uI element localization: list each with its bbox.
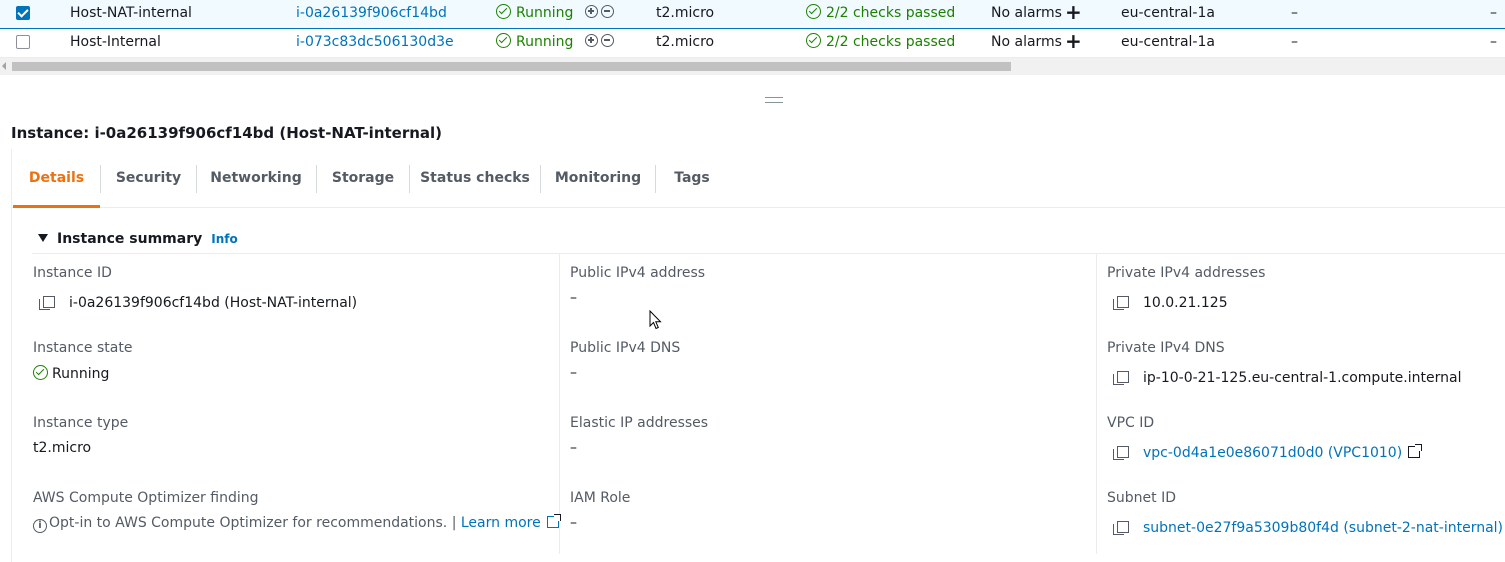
row-checkbox[interactable] [16,6,30,20]
check-circle-icon [33,365,48,380]
check-circle-icon [496,33,511,48]
row-zoom-icons[interactable] [585,29,617,58]
instance-type-value: t2.micro [33,440,92,456]
row-col10: – [1490,34,1497,50]
private-ipv4-label: Private IPv4 addresses [1107,265,1266,281]
external-link-icon[interactable] [1408,444,1423,458]
row-checkbox[interactable] [16,35,30,49]
tab-security[interactable]: Security [101,149,196,208]
row-type: t2.micro [656,5,715,21]
row-zoom-icons[interactable] [585,0,617,29]
caret-down-icon[interactable] [38,234,48,242]
instance-id-label: Instance ID [33,265,112,281]
zoom-in-icon[interactable] [585,5,598,18]
instance-state-label: Instance state [33,340,133,356]
copy-icon[interactable] [1113,296,1129,310]
row-type: t2.micro [656,34,715,50]
panel-resize-handle[interactable] [765,97,783,103]
subnet-id-link[interactable]: subnet-0e27f9a5309b80f4d (subnet-2-nat-i… [1143,520,1503,536]
copy-icon[interactable] [1113,446,1129,460]
elastic-ip-value: – [570,440,577,456]
row-status-checks: 2/2 checks passed [806,0,955,29]
tab-storage[interactable]: Storage [317,149,409,208]
subnet-id-label: Subnet ID [1107,490,1176,506]
copy-icon[interactable] [1113,371,1129,385]
instance-summary-toggle[interactable]: Instance summary Info [38,231,238,247]
row-alarms: No alarms [991,5,1062,21]
row-az: eu-central-1a [1121,5,1215,21]
check-circle-icon [806,4,821,19]
public-ipv4-label: Public IPv4 address [570,265,706,281]
iam-role-value: – [570,515,577,531]
public-dns-value: – [570,365,577,381]
elastic-ip-label: Elastic IP addresses [570,415,709,431]
table-row[interactable]: Host-Internal i-073c83dc506130d3e Runnin… [0,29,1505,58]
tab-networking[interactable]: Networking [197,149,315,208]
horizontal-scrollbar[interactable] [0,58,1505,75]
instance-state-value: Running [33,365,109,382]
public-ipv4-value: – [570,290,577,306]
instance-id-value: i-0a26139f906cf14bd (Host-NAT-internal) [39,295,357,311]
scrollbar-thumb[interactable] [12,62,1011,71]
add-alarm-button[interactable]: + [1065,0,1082,29]
private-dns-label: Private IPv4 DNS [1107,340,1225,356]
vpc-id-label: VPC ID [1107,415,1155,431]
optimizer-finding-label: AWS Compute Optimizer finding [33,490,259,506]
tab-monitoring[interactable]: Monitoring [541,149,655,208]
instance-detail-panel: Details Security Networking Storage Stat… [11,149,1505,562]
row-name: Host-Internal [70,34,161,50]
subnet-id-value: subnet-0e27f9a5309b80f4d (subnet-2-nat-i… [1113,520,1505,536]
private-ipv4-value: 10.0.21.125 [1113,295,1228,311]
tab-tags[interactable]: Tags [656,149,728,208]
row-instance-id-link[interactable]: i-073c83dc506130d3e [296,29,454,58]
optimizer-finding-value: i Opt-in to AWS Compute Optimizer for rec… [33,514,561,533]
scroll-left-arrow-icon[interactable] [2,62,6,70]
row-col9: – [1291,34,1298,50]
row-col9: – [1291,5,1298,21]
info-icon: i [33,519,47,533]
column-divider [559,254,560,554]
row-col10: – [1490,5,1497,21]
row-alarms: No alarms [991,34,1062,50]
public-dns-label: Public IPv4 DNS [570,340,681,356]
instance-type-label: Instance type [33,415,129,431]
external-link-icon[interactable] [546,514,561,528]
add-alarm-button[interactable]: + [1065,29,1082,58]
instance-detail-title: Instance: i-0a26139f906cf14bd (Host-NAT-… [11,124,443,142]
zoom-in-icon[interactable] [585,34,598,47]
tab-details[interactable]: Details [13,149,100,208]
iam-role-label: IAM Role [570,490,631,506]
check-circle-icon [806,33,821,48]
row-status-checks: 2/2 checks passed [806,29,955,58]
table-row[interactable]: Host-NAT-internal i-0a26139f906cf14bd Ru… [0,0,1505,29]
column-divider [1096,254,1097,554]
divider [32,253,1505,254]
row-state: Running [496,29,573,58]
row-name: Host-NAT-internal [70,5,192,21]
detail-tabs: Details Security Networking Storage Stat… [12,149,1505,208]
tab-status-checks[interactable]: Status checks [410,149,540,208]
learn-more-link[interactable]: Learn more [461,514,561,531]
private-dns-value: ip-10-0-21-125.eu-central-1.compute.inte… [1113,370,1461,386]
row-az: eu-central-1a [1121,34,1215,50]
check-circle-icon [496,4,511,19]
zoom-out-icon[interactable] [601,5,614,18]
row-instance-id-link[interactable]: i-0a26139f906cf14bd [296,0,447,29]
info-link[interactable]: Info [211,232,237,246]
plus-icon[interactable]: + [1065,31,1082,51]
instance-summary-heading: Instance summary [57,231,203,247]
copy-icon[interactable] [39,296,55,310]
zoom-out-icon[interactable] [601,34,614,47]
row-state: Running [496,0,573,29]
copy-icon[interactable] [1113,521,1129,535]
vpc-id-link[interactable]: vpc-0d4a1e0e86071d0d0 (VPC1010) [1143,445,1402,461]
vpc-id-value: vpc-0d4a1e0e86071d0d0 (VPC1010) [1113,444,1423,461]
plus-icon[interactable]: + [1065,2,1082,22]
